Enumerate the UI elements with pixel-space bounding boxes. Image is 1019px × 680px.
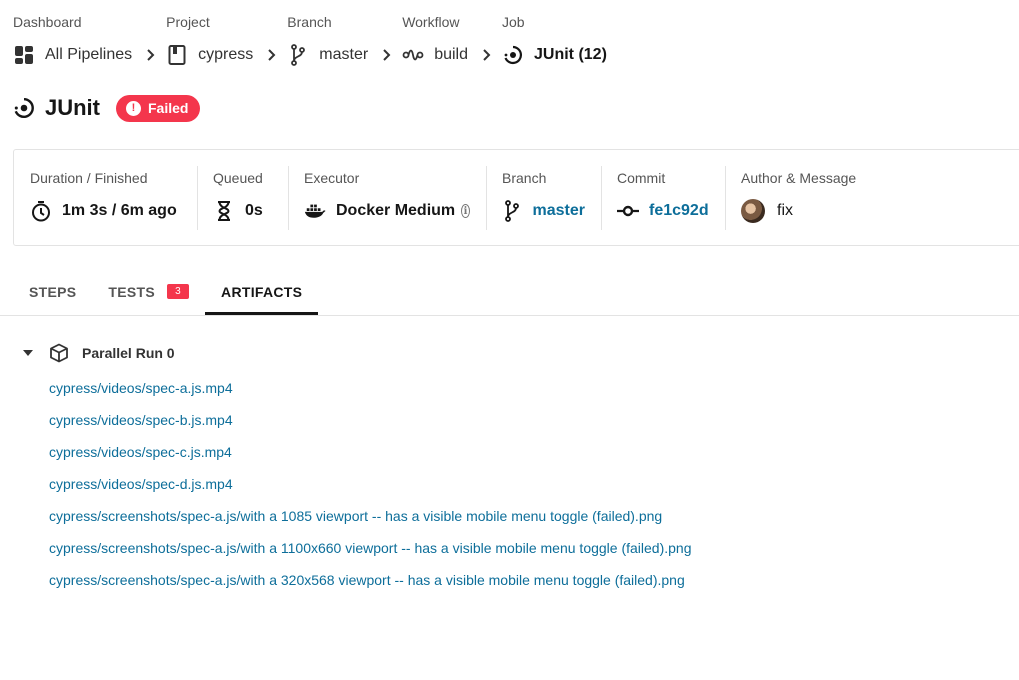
workflow-icon [402, 44, 424, 66]
commit-message: fix [777, 202, 793, 219]
docker-icon [304, 200, 326, 222]
breadcrumb: Dashboard All Pipelines Project cypress … [13, 14, 607, 67]
artifact-link[interactable]: cypress/screenshots/spec-a.js/with a 320… [49, 572, 685, 588]
stopwatch-icon [30, 200, 52, 222]
artifact-group-label: Parallel Run 0 [82, 345, 175, 361]
breadcrumb-label: Branch [287, 14, 332, 30]
job-icon [502, 44, 524, 66]
branch-icon [502, 200, 523, 222]
breadcrumb-value: master [319, 46, 369, 63]
executor-value: Docker Medium [336, 202, 456, 219]
author-cell: Author & Message fix [725, 150, 1005, 245]
artifact-link[interactable]: cypress/screenshots/spec-a.js/with a 108… [49, 508, 662, 524]
tab-divider [0, 315, 1019, 316]
duration-value: 1m 3s / 6m ago [62, 202, 177, 219]
queued-label: Queued [213, 170, 263, 186]
breadcrumb-project[interactable]: Project cypress [166, 14, 253, 67]
executor-label: Executor [304, 170, 360, 186]
commit-link[interactable]: fe1c92d [649, 202, 709, 220]
package-icon [48, 342, 70, 364]
commit-cell: Commit fe1c92d [601, 150, 725, 245]
breadcrumb-branch[interactable]: Branch master [287, 14, 368, 67]
breadcrumb-job: Job JUnit (12) [502, 14, 607, 67]
branch-label: Branch [502, 170, 547, 186]
commit-label: Commit [617, 170, 666, 186]
executor-cell: Executor Docker Medium i [288, 150, 486, 245]
breadcrumb-label: Job [502, 14, 525, 30]
breadcrumb-dashboard[interactable]: Dashboard All Pipelines [13, 14, 132, 67]
queued-value: 0s [245, 202, 263, 219]
project-icon [166, 44, 188, 66]
tab-label: ARTIFACTS [221, 283, 303, 300]
branch-cell: Branch master [486, 150, 601, 245]
commit-icon [617, 200, 639, 222]
list-item: cypress/videos/spec-c.js.mp4 [49, 442, 692, 474]
artifact-link[interactable]: cypress/screenshots/spec-a.js/with a 110… [49, 540, 692, 556]
list-item: cypress/screenshots/spec-a.js/with a 108… [49, 506, 692, 538]
info-icon[interactable]: i [461, 204, 470, 218]
queued-cell: Queued 0s [197, 150, 288, 245]
artifact-link[interactable]: cypress/videos/spec-a.js.mp4 [49, 380, 233, 396]
breadcrumb-label: Dashboard [13, 14, 82, 30]
list-item: cypress/screenshots/spec-a.js/with a 320… [49, 570, 692, 602]
breadcrumb-workflow[interactable]: Workflow build [402, 14, 468, 67]
tab-steps[interactable]: STEPS [13, 268, 92, 315]
alert-icon: ! [126, 100, 141, 116]
job-icon [13, 97, 35, 119]
duration-cell: Duration / Finished 1m 3s / 6m ago [14, 150, 197, 245]
breadcrumb-label: Workflow [402, 14, 460, 30]
caret-down-icon[interactable] [22, 347, 34, 359]
artifact-group-toggle[interactable]: Parallel Run 0 [22, 342, 175, 364]
chevron-right-icon [376, 43, 398, 67]
list-item: cypress/videos/spec-a.js.mp4 [49, 378, 692, 410]
breadcrumb-value: cypress [198, 46, 254, 63]
tab-artifacts[interactable]: ARTIFACTS [205, 268, 319, 315]
artifact-list: cypress/videos/spec-a.js.mp4 cypress/vid… [49, 378, 692, 602]
tests-count-badge: 3 [167, 284, 190, 299]
avatar [741, 199, 765, 223]
list-item: cypress/screenshots/spec-a.js/with a 110… [49, 538, 692, 570]
status-label: Failed [148, 100, 189, 116]
branch-link[interactable]: master [533, 202, 585, 220]
chevron-right-icon [476, 43, 498, 67]
list-item: cypress/videos/spec-b.js.mp4 [49, 410, 692, 442]
branch-icon [287, 44, 309, 66]
artifact-link[interactable]: cypress/videos/spec-d.js.mp4 [49, 476, 233, 492]
chevron-right-icon [140, 43, 162, 67]
job-details-card: Duration / Finished 1m 3s / 6m ago Queue… [13, 149, 1019, 246]
breadcrumb-label: Project [166, 14, 210, 30]
artifact-link[interactable]: cypress/videos/spec-c.js.mp4 [49, 444, 232, 460]
breadcrumb-value: JUnit (12) [534, 46, 607, 63]
page-title: JUnit [45, 95, 100, 120]
page-header: JUnit ! Failed [13, 92, 201, 124]
duration-label: Duration / Finished [30, 170, 148, 186]
tab-label: TESTS [108, 283, 156, 300]
tab-label: STEPS [29, 283, 77, 300]
tab-tests[interactable]: TESTS 3 [92, 268, 205, 315]
breadcrumb-value: All Pipelines [45, 46, 133, 63]
artifact-link[interactable]: cypress/videos/spec-b.js.mp4 [49, 412, 233, 428]
list-item: cypress/videos/spec-d.js.mp4 [49, 474, 692, 506]
dashboard-icon [13, 44, 35, 66]
breadcrumb-value: build [434, 46, 468, 63]
author-label: Author & Message [741, 170, 857, 186]
hourglass-icon [213, 200, 235, 222]
status-badge: ! Failed [116, 94, 201, 122]
tab-bar: STEPS TESTS 3 ARTIFACTS [13, 268, 319, 315]
chevron-right-icon [261, 43, 283, 67]
